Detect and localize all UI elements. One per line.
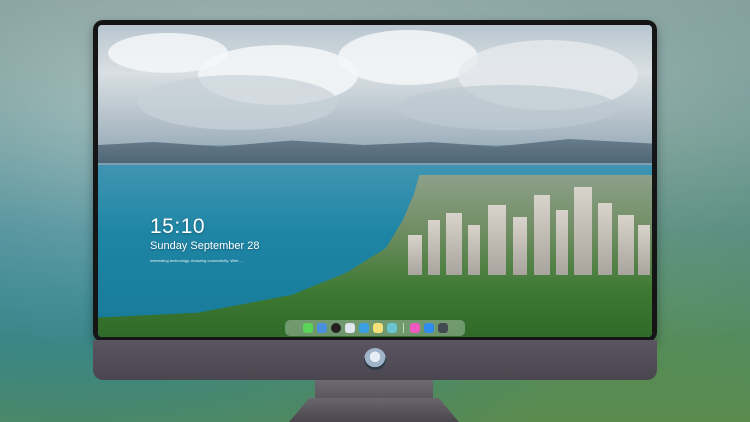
lockscreen-time: 15:10: [150, 215, 206, 238]
dock: [285, 320, 465, 336]
brand-logo-icon: [364, 348, 386, 370]
building: [534, 195, 550, 275]
photos-icon[interactable]: [386, 323, 397, 333]
imac-monitor: 15:10 Sunday September 28 Interesting te…: [93, 20, 657, 382]
building: [513, 217, 527, 275]
dock-separator: [402, 323, 404, 333]
messages-icon[interactable]: [302, 323, 313, 333]
preview-icon[interactable]: [344, 323, 355, 333]
notes-icon[interactable]: [372, 323, 383, 333]
building: [446, 213, 462, 275]
video-icon[interactable]: [358, 323, 369, 333]
monitor-bezel: 15:10 Sunday September 28 Interesting te…: [93, 20, 657, 342]
building: [618, 215, 634, 275]
cloud: [398, 85, 618, 130]
cloud: [138, 75, 338, 130]
building: [488, 205, 506, 275]
finder-icon[interactable]: [316, 323, 327, 333]
music-icon[interactable]: [409, 323, 420, 333]
monitor-stand-neck: [315, 380, 433, 400]
camera-icon[interactable]: [437, 323, 448, 333]
wallpaper-caption: Interesting technology. Amazing connecti…: [150, 258, 243, 263]
building: [408, 235, 422, 275]
app-store-icon[interactable]: [423, 323, 434, 333]
monitor-chin: [93, 340, 657, 380]
building: [468, 225, 480, 275]
building: [638, 225, 650, 275]
wallpaper-city: [348, 165, 652, 275]
lockscreen-date: Sunday September 28: [150, 240, 260, 252]
clock-icon[interactable]: [330, 323, 341, 333]
building: [556, 210, 568, 275]
monitor-stand-base: [289, 398, 459, 422]
cloud: [338, 30, 478, 85]
building: [428, 220, 440, 275]
building: [598, 203, 612, 275]
building: [574, 187, 592, 275]
desktop-screen: 15:10 Sunday September 28 Interesting te…: [98, 25, 652, 337]
